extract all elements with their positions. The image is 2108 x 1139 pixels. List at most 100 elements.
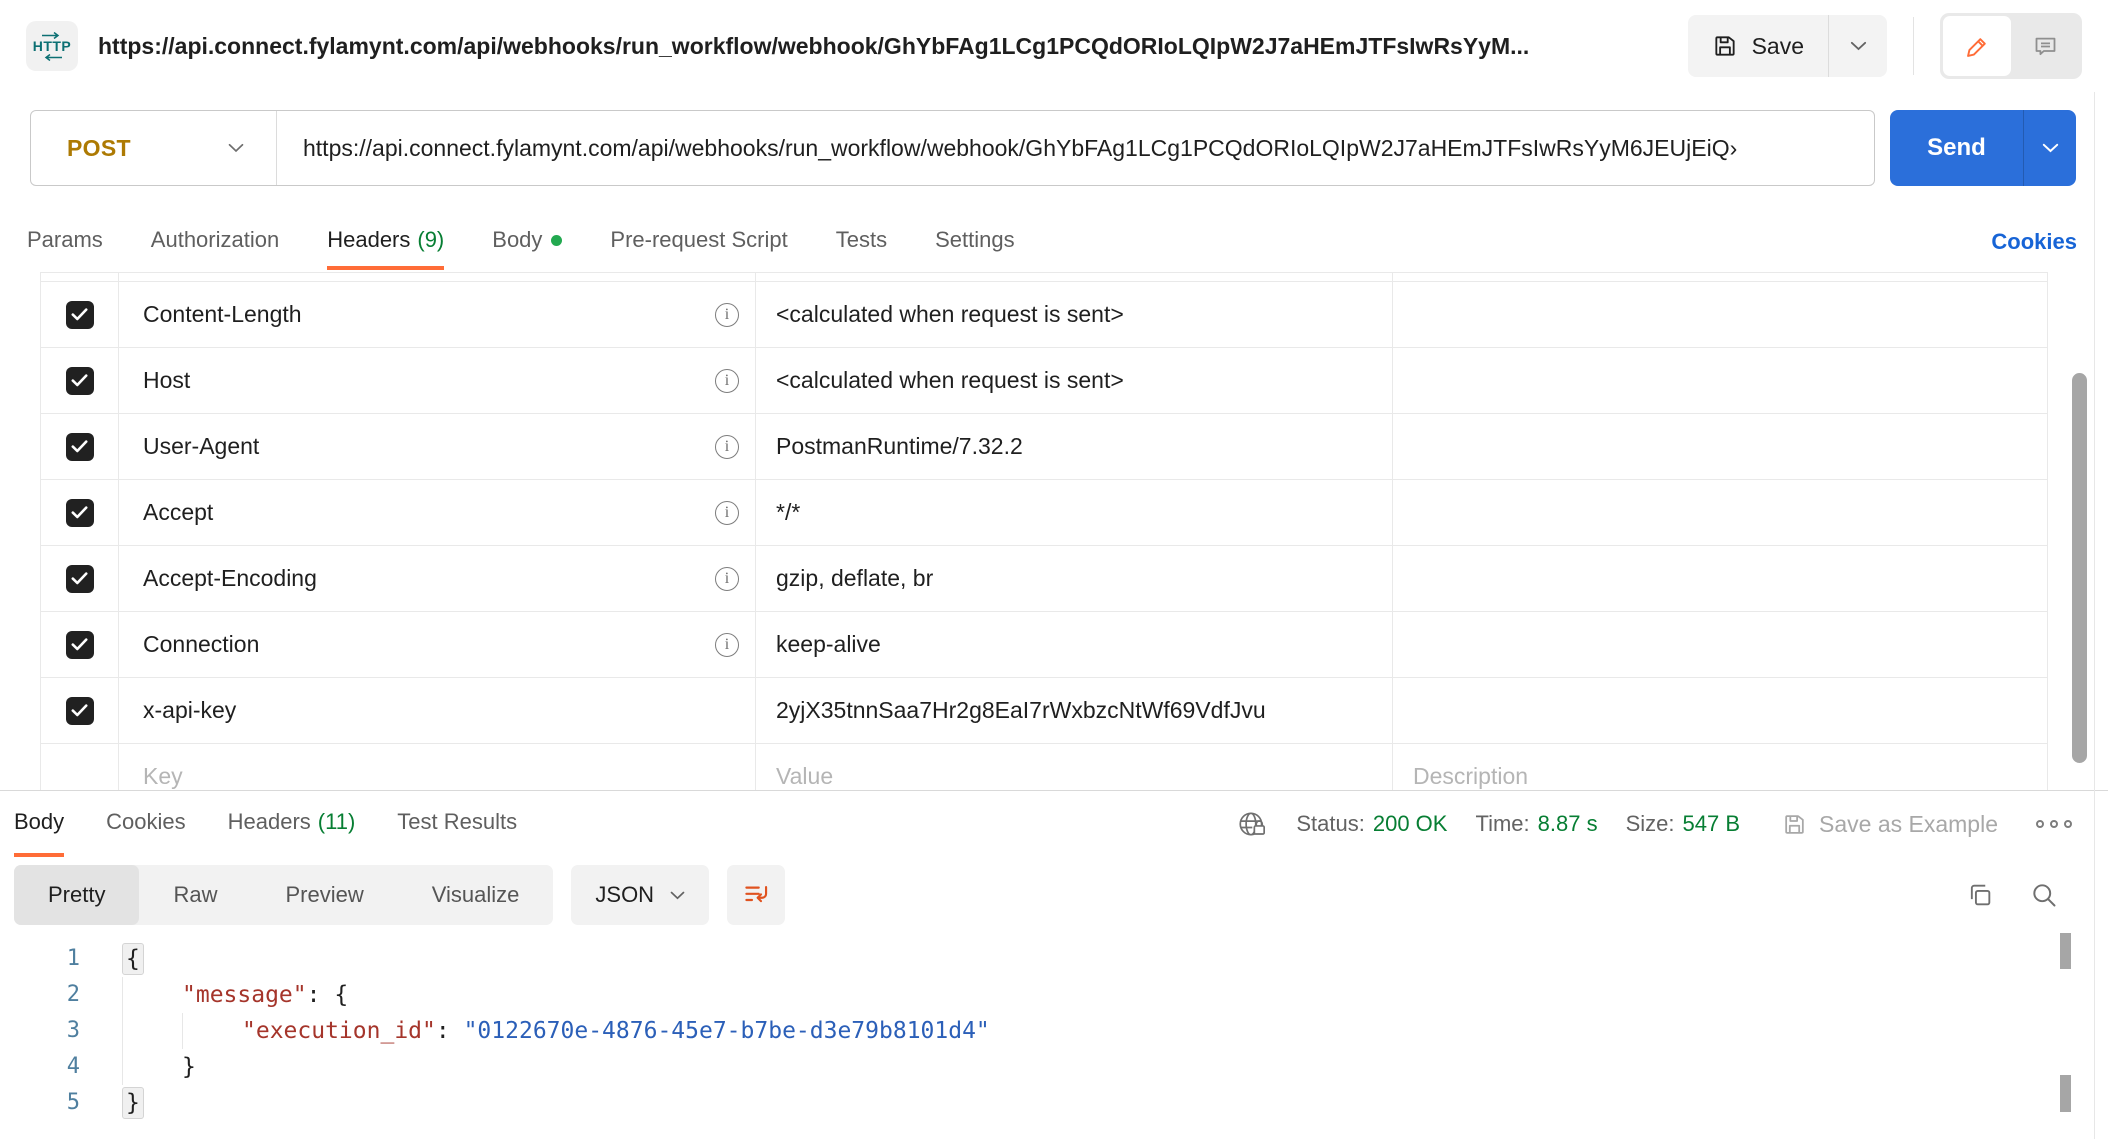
code-line: 2"message": { <box>0 977 2108 1013</box>
info-icon[interactable]: i <box>715 501 739 525</box>
method-selector[interactable]: POST <box>31 111 276 185</box>
row-checkbox[interactable] <box>66 433 94 461</box>
tab-label: Body <box>14 809 64 835</box>
line-number: 2 <box>0 977 80 1013</box>
response-scrollbar-thumb[interactable] <box>2060 933 2071 969</box>
save-button[interactable]: Save <box>1688 15 1828 77</box>
cell <box>756 273 1393 281</box>
header-value-cell[interactable]: gzip, deflate, br <box>756 546 1393 611</box>
info-icon[interactable]: i <box>715 633 739 657</box>
header-key-cell[interactable]: Connection i <box>119 612 756 677</box>
description-placeholder: Description <box>1413 763 1528 790</box>
row-checkbox[interactable] <box>66 697 94 725</box>
row-checkbox-cell <box>41 414 119 479</box>
save-options-button[interactable] <box>1829 15 1887 77</box>
info-icon[interactable]: i <box>715 435 739 459</box>
header-description-cell[interactable] <box>1393 282 2047 347</box>
header-description-cell[interactable] <box>1393 414 2047 479</box>
header-description-cell[interactable] <box>1393 678 2047 743</box>
tab-label: Headers <box>228 809 311 835</box>
wrap-text-icon <box>743 882 770 909</box>
code-line: 5} <box>0 1085 2108 1121</box>
cookies-link[interactable]: Cookies <box>1991 214 2077 270</box>
info-icon[interactable]: i <box>715 303 739 327</box>
tab-pre-request-script[interactable]: Pre-request Script <box>610 214 787 270</box>
header-value-cell[interactable]: keep-alive <box>756 612 1393 677</box>
edit-mode-button[interactable] <box>1943 16 2011 76</box>
header-key-cell[interactable]: User-Agenti <box>119 414 756 479</box>
send-options-button[interactable] <box>2024 110 2076 186</box>
header-description-cell[interactable] <box>1393 612 2047 677</box>
cell <box>41 273 119 281</box>
header-description-cell[interactable] <box>1393 546 2047 611</box>
status-value: 200 OK <box>1373 811 1448 837</box>
key-placeholder: Key <box>143 763 183 790</box>
header-key-cell[interactable]: x-api-key <box>119 678 756 743</box>
more-actions-icon[interactable] <box>2036 820 2072 828</box>
header-key-cell[interactable]: Hosti <box>119 348 756 413</box>
view-pretty[interactable]: Pretty <box>14 865 139 925</box>
header-value-cell[interactable]: 2yjX35tnnSaa7Hr2g8EaI7rWxbzcNtWf69VdfJvu <box>756 678 1393 743</box>
value-placeholder-cell[interactable]: Value <box>756 744 1393 790</box>
language-selector[interactable]: JSON <box>571 865 709 925</box>
url-input[interactable]: https://api.connect.fylamynt.com/api/web… <box>277 135 1737 162</box>
row-checkbox[interactable] <box>66 499 94 527</box>
row-checkbox[interactable] <box>66 301 94 329</box>
header-value-cell[interactable]: PostmanRuntime/7.32.2 <box>756 414 1393 479</box>
response-tab-test-results[interactable]: Test Results <box>397 791 517 857</box>
header-key: Connection <box>143 631 259 658</box>
header-value: 2yjX35tnnSaa7Hr2g8EaI7rWxbzcNtWf69VdfJvu <box>776 697 1266 724</box>
header-value-cell[interactable]: <calculated when request is sent> <box>756 282 1393 347</box>
network-globe-lock-icon[interactable] <box>1236 808 1268 840</box>
response-tab-body[interactable]: Body <box>14 791 64 857</box>
header-value-cell[interactable]: <calculated when request is sent> <box>756 348 1393 413</box>
table-row: Content-Lengthi<calculated when request … <box>41 282 2047 348</box>
size-label: Size: <box>1626 811 1675 837</box>
info-icon[interactable]: i <box>715 369 739 393</box>
request-panel-scrollbar[interactable] <box>2072 373 2087 763</box>
wrap-text-button[interactable] <box>727 865 785 925</box>
response-headers-count-badge: (11) <box>318 809 356 835</box>
response-tab-headers[interactable]: Headers (11) <box>228 791 356 857</box>
tab-body[interactable]: Body <box>492 214 562 270</box>
search-icon[interactable] <box>2030 881 2058 909</box>
copy-icon[interactable] <box>1966 881 1994 909</box>
tab-params[interactable]: Params <box>27 214 103 270</box>
row-checkbox-cell <box>41 612 119 677</box>
headers-count-badge: (9) <box>417 227 444 253</box>
header-key-cell[interactable]: Accepti <box>119 480 756 545</box>
row-checkbox[interactable] <box>66 565 94 593</box>
response-tab-cookies[interactable]: Cookies <box>106 791 185 857</box>
value-placeholder: Value <box>776 763 833 790</box>
code-token: { <box>122 943 144 975</box>
response-meta: Status:200 OK Time:8.87 s Size:547 B Sav… <box>1236 791 2072 857</box>
comments-button[interactable] <box>2011 16 2079 76</box>
send-button[interactable]: Send <box>1890 110 2023 186</box>
tab-authorization[interactable]: Authorization <box>151 214 279 270</box>
status-badge: Status:200 OK <box>1296 811 1447 837</box>
tab-settings[interactable]: Settings <box>935 214 1015 270</box>
description-placeholder-cell[interactable]: Description <box>1393 744 2047 790</box>
view-visualize[interactable]: Visualize <box>398 865 554 925</box>
header-key-cell[interactable]: Content-Lengthi <box>119 282 756 347</box>
row-checkbox[interactable] <box>66 367 94 395</box>
header-key-cell[interactable]: Accept-Encodingi <box>119 546 756 611</box>
view-preview[interactable]: Preview <box>251 865 397 925</box>
row-checkbox-cell <box>41 678 119 743</box>
save-as-example-button[interactable]: Save as Example <box>1782 811 1998 838</box>
view-raw[interactable]: Raw <box>139 865 251 925</box>
response-body-editor[interactable]: 1{2"message": {3"execution_id": "0122670… <box>0 933 2108 1121</box>
table-row: x-api-key 2yjX35tnnSaa7Hr2g8EaI7rWxbzcNtW… <box>41 678 2047 744</box>
header-value-cell[interactable]: */* <box>756 480 1393 545</box>
header-description-cell[interactable] <box>1393 348 2047 413</box>
info-icon[interactable]: i <box>715 567 739 591</box>
response-scrollbar-thumb[interactable] <box>2060 1075 2071 1112</box>
row-checkbox[interactable] <box>66 631 94 659</box>
tab-headers[interactable]: Headers (9) <box>327 214 444 270</box>
tab-tests[interactable]: Tests <box>836 214 887 270</box>
key-placeholder-cell[interactable]: Key <box>119 744 756 790</box>
code-line: 4} <box>0 1049 2108 1085</box>
tab-label: Test Results <box>397 809 517 835</box>
header-description-cell[interactable] <box>1393 480 2047 545</box>
tab-label: Cookies <box>106 809 185 835</box>
